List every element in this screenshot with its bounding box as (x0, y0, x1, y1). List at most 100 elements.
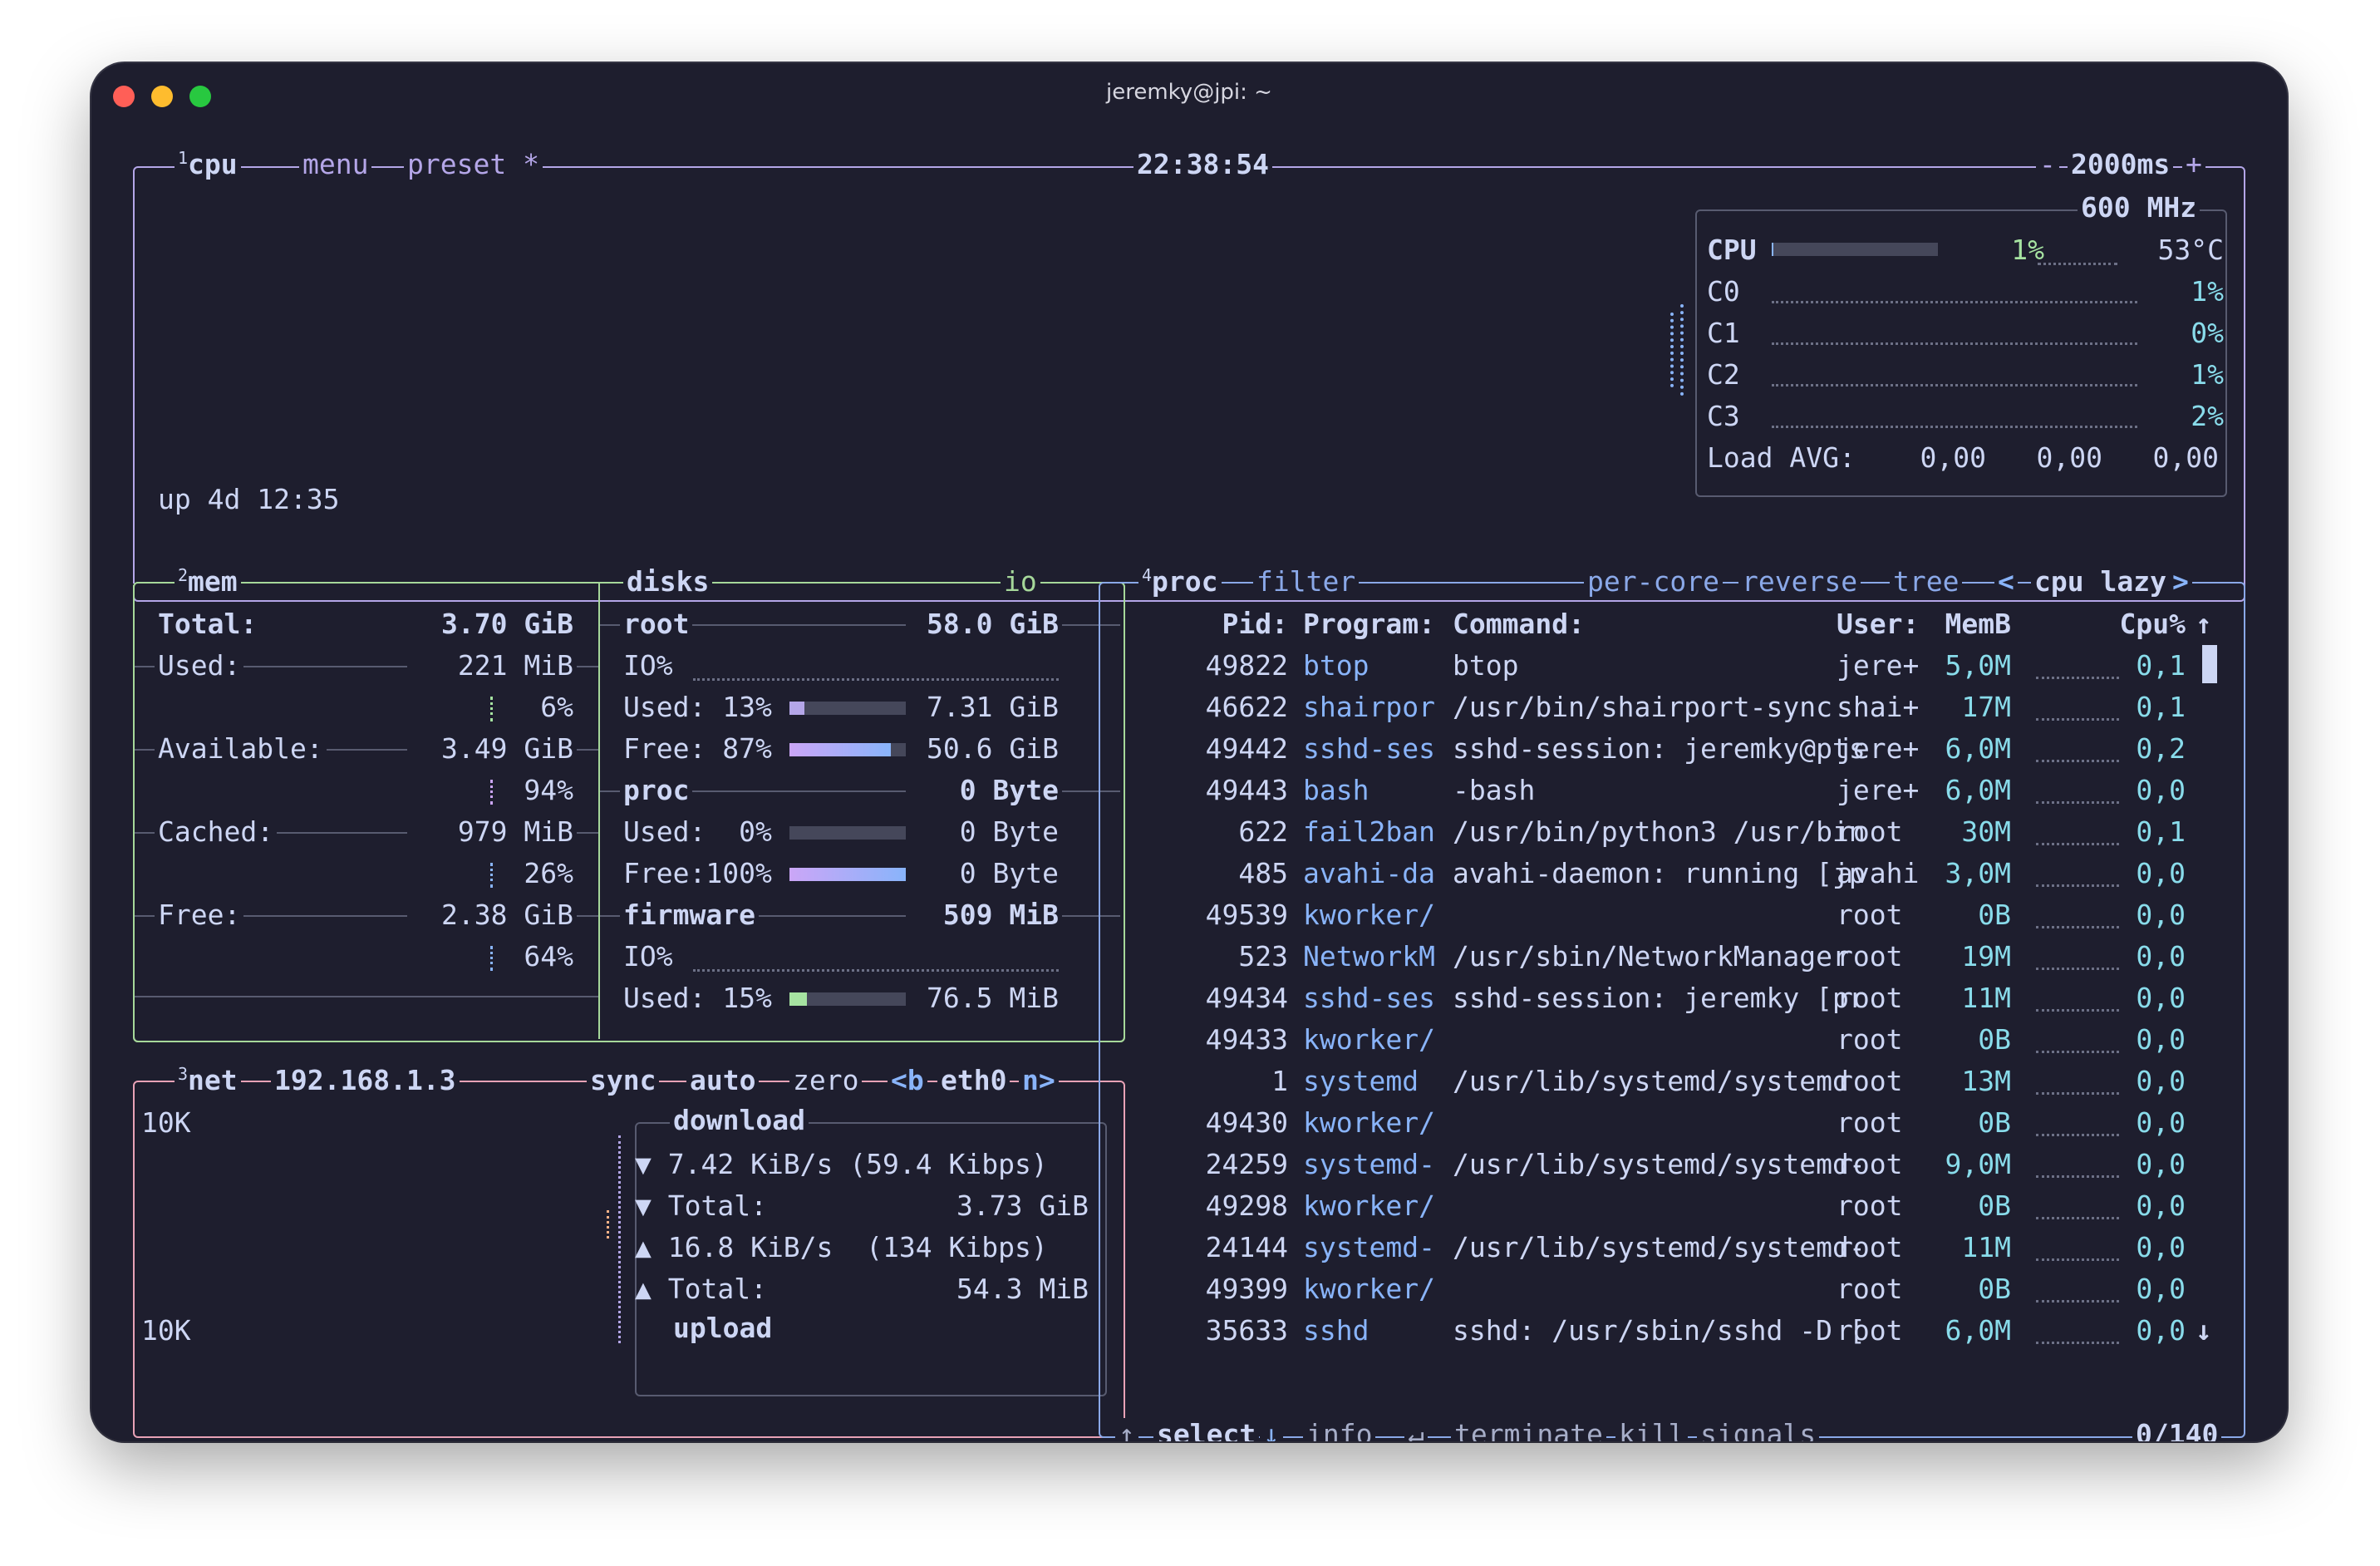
process-user: root (1837, 1273, 1903, 1305)
mem-row-value: 2.38 GiB (407, 899, 577, 932)
process-user: root (1837, 1065, 1903, 1097)
process-mem: 6,0M (1945, 732, 2011, 765)
col-header-user[interactable]: User: (1837, 603, 1919, 645)
core-graph (1772, 426, 2137, 428)
process-program: systemd- (1303, 1231, 1435, 1263)
disk-firmware-io-graph (693, 969, 1059, 972)
update-interval: 2000ms (2068, 148, 2174, 181)
cpu-menu-button[interactable]: menu (299, 148, 372, 181)
io-toggle-button[interactable]: io (1001, 565, 1040, 598)
process-pid: 49539 (1205, 899, 1288, 931)
cpu-title[interactable]: 1cpu (175, 148, 241, 181)
proc-title[interactable]: 4proc (1138, 565, 1222, 598)
mem-row-value: 221 MiB (407, 649, 577, 682)
mem-row-graph (490, 780, 493, 805)
process-cpu: 0,0 (2136, 940, 2186, 973)
proc-scrollbar-thumb[interactable] (2202, 645, 2217, 683)
process-cpu: 0,0 (2136, 1189, 2186, 1222)
core-percent: 2% (2191, 400, 2224, 432)
process-program: systemd- (1303, 1148, 1435, 1180)
disks-title[interactable]: disks (623, 565, 713, 598)
process-user: jere+ (1837, 732, 1920, 765)
disk-firmware-used-label: Used: 15% (623, 982, 772, 1014)
mem-row-label: Cached: (155, 815, 278, 849)
mem-row-label: Free: (155, 899, 244, 932)
mem-row-percent: 64% (524, 940, 573, 973)
interval-decrease-button[interactable]: - (2036, 148, 2059, 181)
process-pid: 49443 (1205, 774, 1288, 806)
process-mem: 6,0M (1945, 1314, 2011, 1347)
tree-toggle[interactable]: tree (1890, 565, 1963, 598)
process-cpu-graph (2036, 718, 2119, 721)
terminate-button[interactable]: terminate (1451, 1418, 1606, 1441)
disk-proc-size: 0 Byte (906, 774, 1062, 807)
load-avg-label: Load AVG: (1707, 441, 1856, 474)
process-program: shairpor (1303, 691, 1435, 723)
process-command: sshd-session: jeremky@pts (1453, 732, 1866, 765)
cpu-temperature: 53°C (2157, 234, 2224, 266)
disk-root-used-bar (789, 702, 906, 715)
process-cpu-graph (2036, 1092, 2119, 1095)
process-cpu: 0,0 (2136, 1273, 2186, 1305)
disk-root-io-label: IO% (623, 649, 673, 682)
process-user: jere+ (1837, 774, 1920, 806)
mem-row-value: 3.49 GiB (407, 732, 577, 766)
kill-button[interactable]: kill (1615, 1418, 1689, 1441)
process-pid: 49434 (1205, 982, 1288, 1014)
disk-root-io-graph (693, 678, 1059, 681)
process-program: btop (1303, 649, 1369, 682)
process-program: kworker/ (1303, 1273, 1435, 1305)
process-cpu: 0,1 (2136, 649, 2186, 682)
col-header-mem[interactable]: MemB (1928, 603, 2011, 645)
process-user: root (1837, 1189, 1903, 1222)
process-program: systemd (1303, 1065, 1419, 1097)
interval-increase-button[interactable]: + (2182, 148, 2205, 181)
scroll-up-icon[interactable]: ↑ (2196, 603, 2212, 645)
process-pid: 24259 (1205, 1148, 1288, 1180)
process-user: root (1837, 1314, 1903, 1347)
net-ip: 192.168.1.3 (271, 1064, 460, 1097)
net-download-scale: 10K (141, 1106, 191, 1139)
mem-row-graph (490, 946, 493, 971)
disk-root-free-label: Free: 87% (623, 732, 772, 765)
process-pid: 46622 (1205, 691, 1288, 723)
signals-button[interactable]: signals (1697, 1418, 1820, 1441)
per-core-toggle[interactable]: per-core (1584, 565, 1723, 598)
sort-prev-button[interactable]: < (1994, 565, 2018, 598)
process-pid: 35633 (1205, 1314, 1288, 1347)
proc-filter-button[interactable]: filter (1253, 565, 1360, 598)
select-up-icon[interactable]: ↑ (1115, 1418, 1138, 1441)
mem-bottom-line (135, 996, 598, 997)
col-header-pid[interactable]: Pid: (1172, 603, 1288, 645)
process-program: sshd-ses (1303, 732, 1435, 765)
process-cpu-graph (2036, 1175, 2119, 1178)
net-zero-button[interactable]: zero (789, 1064, 863, 1097)
select-label[interactable]: select (1153, 1418, 1260, 1441)
col-header-cpu[interactable]: Cpu% (2111, 603, 2186, 645)
core-label: C2 (1707, 358, 1740, 391)
process-user: root (1837, 1148, 1903, 1180)
net-prev-iface-button[interactable]: <b (888, 1064, 927, 1097)
core-percent: 0% (2191, 317, 2224, 349)
process-mem: 0B (1978, 1273, 2011, 1305)
info-button[interactable]: info (1303, 1418, 1376, 1441)
net-sync-button[interactable]: sync (587, 1064, 660, 1097)
cpu-preset-button[interactable]: preset * (404, 148, 543, 181)
mem-title[interactable]: 2mem (175, 565, 241, 598)
sort-next-button[interactable]: > (2169, 565, 2192, 598)
select-down-icon[interactable]: ↓ (1260, 1418, 1283, 1441)
reverse-toggle[interactable]: reverse (1738, 565, 1861, 598)
process-mem: 13M (1961, 1065, 2011, 1097)
process-cpu-graph (2036, 1300, 2119, 1303)
sort-mode[interactable]: cpu lazy (2031, 565, 2170, 598)
mem-row-label: Available: (155, 732, 327, 766)
col-header-command[interactable]: Command: (1453, 603, 1585, 645)
net-next-iface-button[interactable]: n> (1019, 1064, 1059, 1097)
net-auto-button[interactable]: auto (686, 1064, 760, 1097)
upload-total-label: ▲ Total: (635, 1273, 767, 1305)
col-header-program[interactable]: Program: (1303, 603, 1435, 645)
scroll-down-icon[interactable]: ↓ (2196, 1310, 2212, 1352)
net-title[interactable]: 3net (175, 1064, 241, 1097)
process-cpu-graph (2036, 1134, 2119, 1136)
mem-row-percent: 6% (540, 691, 573, 723)
